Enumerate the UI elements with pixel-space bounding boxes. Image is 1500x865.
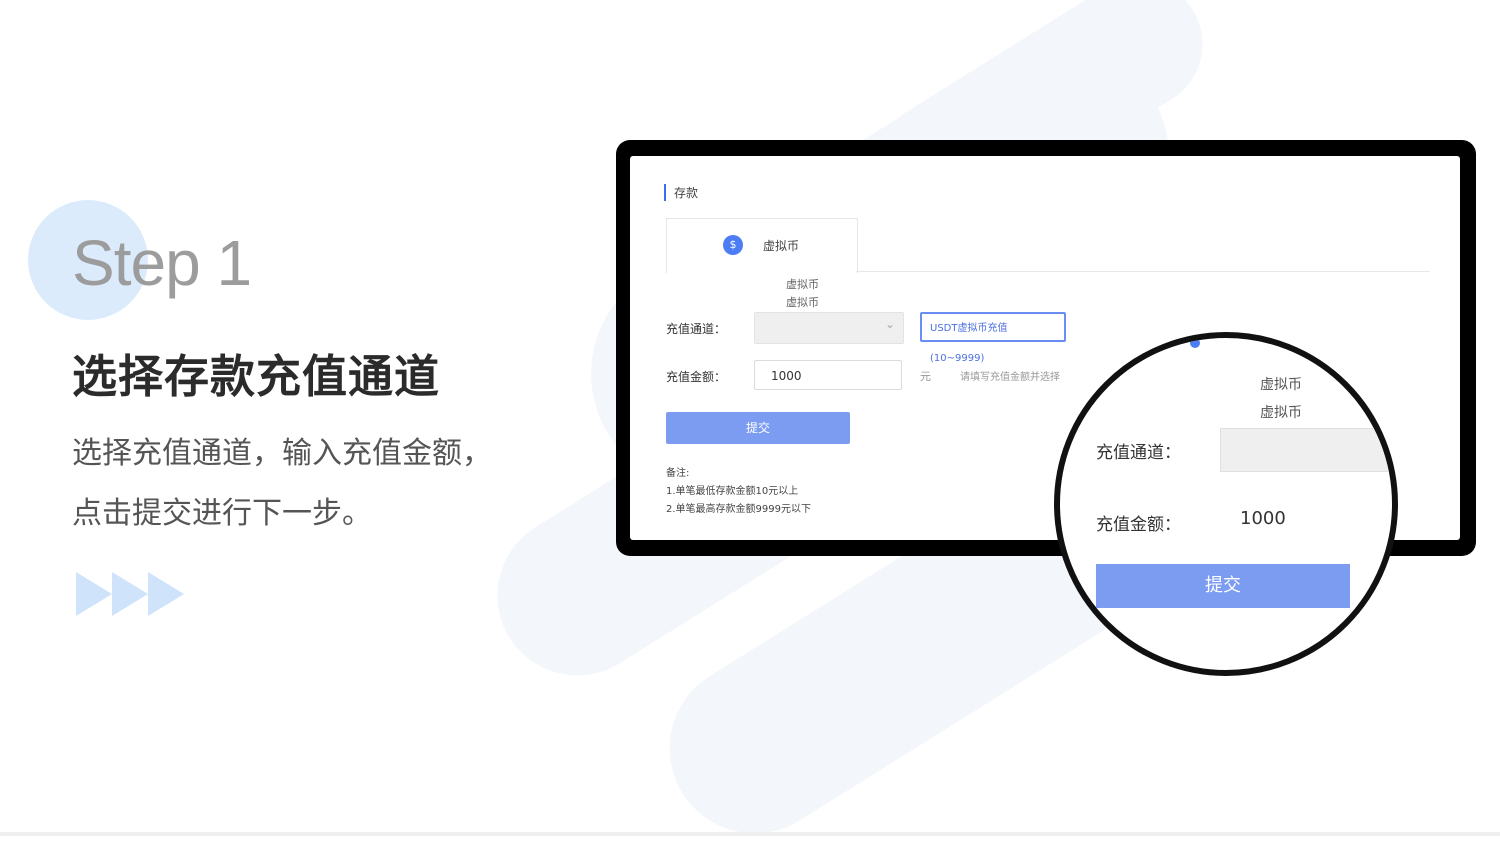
notes-title: 备注: bbox=[666, 468, 690, 479]
arrow-right-icon bbox=[112, 572, 148, 616]
tab-label: 虚拟币 bbox=[763, 239, 800, 253]
zoom-amount-label: 充值金额： bbox=[1096, 515, 1181, 535]
screen-title: 存款 bbox=[664, 184, 698, 201]
tab-divider bbox=[856, 271, 1430, 272]
submit-button[interactable]: 提交 bbox=[666, 412, 850, 444]
next-arrows bbox=[76, 572, 184, 616]
magnifier-dot bbox=[1190, 338, 1200, 348]
zoom-channel-select bbox=[1220, 428, 1392, 472]
step-title: Step 1 bbox=[72, 227, 252, 299]
channel-option[interactable]: 虚拟币 bbox=[786, 276, 819, 292]
step-description: 选择充值通道，输入充值金额， 点击提交进行下一步。 bbox=[72, 424, 552, 544]
note-line: 2.单笔最高存款金额9999元以下 bbox=[666, 504, 811, 515]
channel-label: 充值通道： bbox=[666, 322, 727, 336]
note-line: 1.单笔最低存款金额10元以上 bbox=[666, 486, 799, 497]
zoom-channel-option: 虚拟币 bbox=[1260, 405, 1302, 421]
zoom-channel-label: 充值通道： bbox=[1096, 443, 1181, 463]
description-line-1: 选择充值通道，输入充值金额， bbox=[72, 436, 492, 471]
channel-selected-box[interactable]: USDT虚拟币充值 (10~9999) bbox=[920, 312, 1066, 364]
arrow-right-icon bbox=[76, 572, 112, 616]
tab-virtual-currency[interactable]: $ 虚拟币 bbox=[666, 218, 858, 273]
amount-unit: 元 bbox=[920, 370, 931, 383]
amount-label: 充值金额： bbox=[666, 370, 727, 384]
amount-input[interactable]: 1000 bbox=[754, 360, 902, 390]
zoom-channel-option: 虚拟币 bbox=[1260, 377, 1302, 393]
zoom-amount-value: 1000 bbox=[1240, 508, 1286, 529]
description-line-2: 点击提交进行下一步。 bbox=[72, 496, 372, 531]
zoom-submit-button: 提交 bbox=[1096, 564, 1350, 608]
arrow-right-icon bbox=[148, 572, 184, 616]
channel-option[interactable]: 虚拟币 bbox=[786, 294, 819, 310]
bottom-divider bbox=[0, 832, 1500, 836]
amount-hint: 请填写充值金额并选择 bbox=[960, 372, 1060, 383]
magnifier-zoom: 虚拟币 虚拟币 充值通道： 充值金额： 1000 提交 bbox=[1054, 332, 1398, 676]
step-headline: 选择存款充值通道 bbox=[72, 350, 441, 403]
channel-select[interactable] bbox=[754, 312, 904, 344]
coin-icon: $ bbox=[723, 235, 743, 255]
